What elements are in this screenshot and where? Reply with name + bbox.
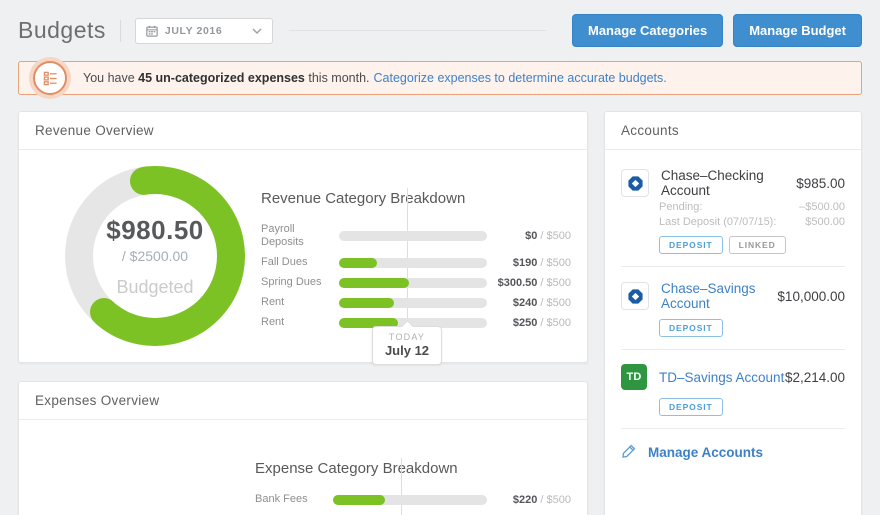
category-bar-track — [339, 257, 487, 268]
account-balance: $985.00 — [796, 175, 845, 191]
account-name-link[interactable]: Chase–Savings Account — [661, 281, 777, 311]
account-head: Chase–Savings Account $10,000.00 — [621, 281, 845, 311]
categorize-expenses-link[interactable]: Categorize expenses to determine accurat… — [374, 71, 667, 85]
breakdown-row: Spring Dues $300.50/ $500 — [261, 276, 571, 289]
revenue-breakdown-title: Revenue Category Breakdown — [261, 190, 466, 207]
today-marker-line — [401, 458, 402, 515]
category-value: $240/ $500 — [512, 296, 571, 309]
breakdown-row: Payroll Deposits $0/ $500 — [261, 223, 571, 249]
alert-bold-text: 45 un-categorized expenses — [138, 71, 305, 85]
manage-accounts-link[interactable]: Manage Accounts — [621, 429, 845, 476]
account-badges: DEPOSIT LINKED — [659, 236, 845, 254]
revenue-overview-body: $980.50 / $2500.00 Budgeted Revenue Cate… — [19, 150, 587, 365]
accounts-card: Accounts Chase–Checking Account $985.00 … — [604, 111, 862, 515]
category-bar-track — [333, 494, 487, 505]
account-pending-row: Pending: –$500.00 — [659, 201, 845, 213]
account-badges: DEPOSIT — [659, 398, 845, 416]
category-label: Bank Fees — [255, 493, 308, 505]
donut-cap-start — [130, 166, 159, 195]
list-icon — [33, 61, 67, 95]
category-label: Payroll Deposits — [261, 223, 304, 248]
budgets-page: Budgets JULY 2016 Manage Categories Mana… — [0, 0, 880, 515]
budgeted-label: Budgeted — [116, 276, 194, 297]
expenses-breakdown: Expense Category Breakdown Bank Fees $22… — [255, 436, 571, 515]
account-head: TD TD–Savings Account $2,214.00 — [621, 364, 845, 390]
category-label: Rent — [261, 296, 285, 308]
revenue-donut-center: $980.50 / $2500.00 Budgeted — [93, 194, 217, 318]
header-divider-line — [288, 30, 546, 31]
category-value: $0/ $500 — [525, 230, 571, 242]
account-name-link[interactable]: TD–Savings Account — [659, 370, 784, 385]
category-value: $300.50/ $500 — [497, 276, 571, 289]
left-column: Revenue Overview $980.50 / $2500.00 Budg… — [18, 111, 588, 515]
manage-categories-button[interactable]: Manage Categories — [572, 14, 724, 47]
category-bar-fill — [333, 494, 386, 505]
pencil-icon — [621, 443, 637, 462]
expenses-overview-body: Expense Category Breakdown Bank Fees $22… — [19, 420, 587, 515]
expenses-overview-title: Expenses Overview — [19, 382, 587, 420]
deposit-badge: DEPOSIT — [659, 398, 723, 416]
expense-breakdown-title: Expense Category Breakdown — [255, 460, 458, 477]
uncategorized-alert-banner: You have 45 un-categorized expenses this… — [18, 61, 862, 95]
category-bar-track — [339, 297, 487, 308]
breakdown-row: Bank Fees $220/ $500 — [255, 493, 571, 506]
deposit-badge: DEPOSIT — [659, 319, 723, 337]
account-head: Chase–Checking Account $985.00 — [621, 168, 845, 198]
today-tooltip: TODAY July 12 — [371, 326, 443, 365]
revenue-overview-card: Revenue Overview $980.50 / $2500.00 Budg… — [18, 111, 588, 365]
main-content: Revenue Overview $980.50 / $2500.00 Budg… — [0, 95, 880, 515]
chase-logo-icon — [621, 169, 649, 197]
month-select-value: JULY 2016 — [164, 24, 223, 37]
account-last-deposit-row: Last Deposit (07/07/15): $500.00 — [659, 216, 845, 228]
accounts-title: Accounts — [605, 112, 861, 150]
breakdown-row: Rent $240/ $500 — [261, 296, 571, 309]
account-balance: $2,214.00 — [784, 369, 845, 385]
category-value: $190/ $500 — [512, 256, 571, 269]
category-bar-fill — [339, 257, 378, 268]
account-item-chase-savings: Chase–Savings Account $10,000.00 DEPOSIT — [621, 267, 845, 349]
revenue-breakdown: Revenue Category Breakdown Payroll Depos… — [261, 166, 571, 365]
title-divider — [119, 19, 121, 42]
account-badges: DEPOSIT — [659, 319, 845, 337]
header: Budgets JULY 2016 Manage Categories Mana… — [0, 0, 880, 57]
account-name: Chase–Checking Account — [661, 168, 764, 198]
category-bar-track — [339, 277, 487, 288]
td-logo-icon: TD — [621, 364, 647, 390]
month-select-dropdown[interactable]: JULY 2016 — [134, 17, 273, 44]
page-title: Budgets — [18, 17, 106, 43]
account-item-td-savings: TD TD–Savings Account $2,214.00 DEPOSIT — [621, 350, 845, 428]
breakdown-row: Fall Dues $190/ $500 — [261, 256, 571, 269]
accounts-list: Chase–Checking Account $985.00 Pending: … — [605, 150, 861, 476]
chase-logo-icon — [621, 282, 649, 310]
category-bar-fill — [339, 297, 394, 308]
account-balance: $10,000.00 — [777, 288, 845, 304]
revenue-overview-title: Revenue Overview — [19, 112, 587, 150]
right-column: Accounts Chase–Checking Account $985.00 … — [604, 111, 862, 515]
category-value: $220/ $500 — [512, 493, 571, 506]
today-tooltip-date: July 12 — [384, 343, 430, 358]
budget-total: / $2500.00 — [121, 247, 189, 264]
category-value: $250/ $500 — [512, 316, 571, 329]
linked-badge: LINKED — [728, 236, 786, 254]
category-bar-track — [339, 231, 487, 241]
category-label: Rent — [261, 316, 285, 328]
calendar-icon — [146, 25, 158, 37]
chevron-down-icon — [252, 27, 262, 34]
deposit-badge: DEPOSIT — [659, 236, 723, 254]
budgeted-amount: $980.50 — [106, 214, 204, 245]
alert-text: You have 45 un-categorized expenses this… — [83, 71, 370, 85]
revenue-donut-chart: $980.50 / $2500.00 Budgeted — [65, 166, 245, 346]
today-tooltip-label: TODAY — [388, 332, 426, 342]
category-label: Fall Dues — [261, 256, 308, 268]
expenses-overview-card: Expenses Overview Expense Category Break… — [18, 381, 588, 515]
account-item-chase-checking: Chase–Checking Account $985.00 Pending: … — [621, 154, 845, 266]
category-bar-fill — [339, 277, 409, 288]
category-label: Spring Dues — [261, 276, 322, 288]
manage-budget-button[interactable]: Manage Budget — [733, 14, 862, 47]
